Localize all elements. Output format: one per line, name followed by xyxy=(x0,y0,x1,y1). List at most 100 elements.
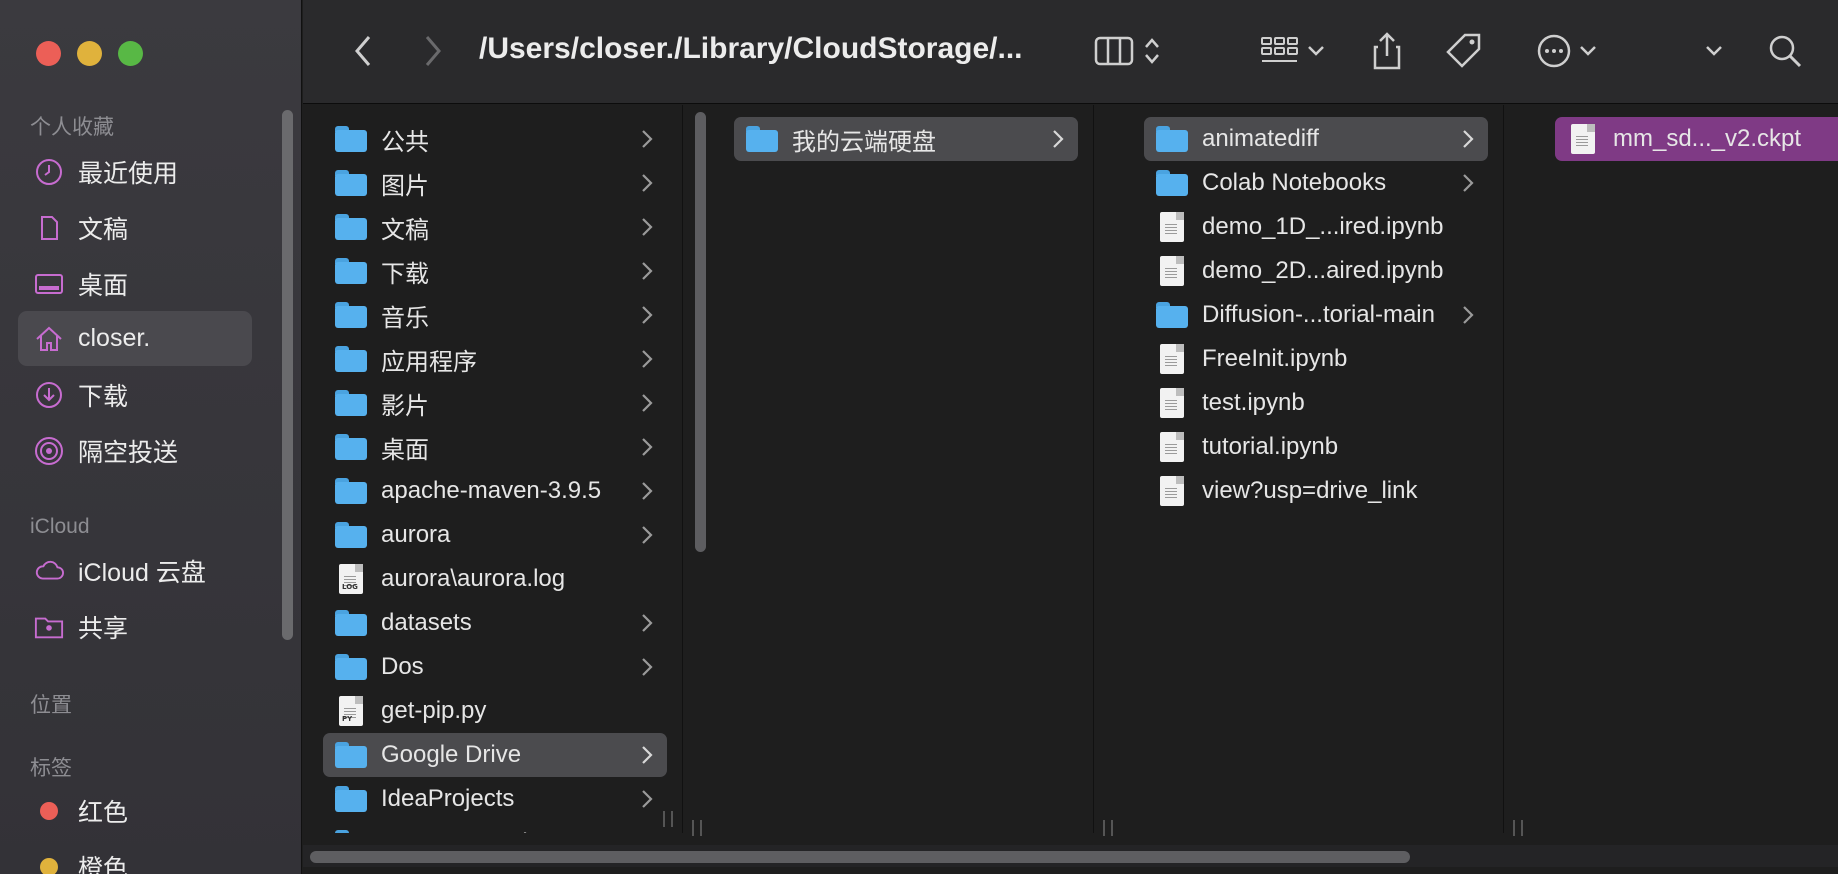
list-item-label: Dos xyxy=(381,653,424,680)
list-item[interactable]: aurora xyxy=(323,513,667,557)
list-item-label: demo_2D...aired.ipynb xyxy=(1202,257,1444,284)
list-item[interactable]: 文稿 xyxy=(323,205,667,249)
list-item[interactable]: 公共 xyxy=(323,117,667,161)
list-item-label: Colab Notebooks xyxy=(1202,169,1387,196)
list-item[interactable]: mm_sd..._v2.ckpt xyxy=(1555,117,1838,161)
list-item[interactable]: 下载 xyxy=(323,249,667,293)
list-item[interactable]: 应用程序 xyxy=(323,337,667,381)
file-icon xyxy=(1156,388,1188,418)
folder-icon xyxy=(1156,168,1188,198)
column-scrollbar[interactable] xyxy=(695,112,706,552)
desktop-icon xyxy=(34,269,64,299)
list-item[interactable]: 我的云端硬盘 xyxy=(734,117,1078,161)
document-icon xyxy=(34,213,64,243)
log-file-icon: LOG xyxy=(335,564,367,594)
view-mode-button[interactable] xyxy=(1083,26,1173,76)
list-item[interactable]: PY get-pip.py xyxy=(323,689,667,733)
sidebar-item-tag-orange[interactable]: 橙色 xyxy=(18,839,252,874)
sidebar-item-tag-red[interactable]: 红色 xyxy=(18,783,252,838)
folder-icon xyxy=(335,212,367,242)
sidebar-item-shared[interactable]: 共享 xyxy=(18,599,252,654)
search-button[interactable] xyxy=(1763,26,1807,76)
sidebar-item-label: 橙色 xyxy=(78,854,129,874)
list-item-label: mm_sd..._v2.ckpt xyxy=(1613,125,1802,152)
list-item[interactable]: Dos xyxy=(323,645,667,689)
python-file-icon: PY xyxy=(335,696,367,726)
list-item[interactable]: view?usp=drive_link xyxy=(1144,469,1488,513)
sidebar-item-airdrop[interactable]: 隔空投送 xyxy=(18,423,252,478)
locations-header: 位置 xyxy=(30,694,72,717)
sidebar-item-icloud-drive[interactable]: iCloud 云盘 xyxy=(18,543,252,598)
file-icon xyxy=(1156,432,1188,462)
list-item[interactable]: Google Drive xyxy=(323,733,667,777)
list-item-label: aurora xyxy=(381,521,451,548)
search-icon xyxy=(1769,35,1802,68)
forward-button[interactable] xyxy=(413,26,453,76)
list-item[interactable]: 图片 xyxy=(323,161,667,205)
column-resize-handle[interactable] xyxy=(663,811,673,827)
list-item[interactable]: animatediff xyxy=(1144,117,1488,161)
chevron-right-icon xyxy=(1053,130,1064,148)
list-item[interactable]: Diffusion-...torial-main xyxy=(1144,293,1488,337)
list-item[interactable]: FreeInit.ipynb xyxy=(1144,337,1488,381)
list-item[interactable]: 影片 xyxy=(323,381,667,425)
sidebar-item-desktop[interactable]: 桌面 xyxy=(18,256,252,311)
folder-icon xyxy=(1156,300,1188,330)
list-item[interactable]: demo_2D...aired.ipynb xyxy=(1144,249,1488,293)
sidebar-scrollbar[interactable] xyxy=(282,110,293,640)
group-button[interactable] xyxy=(1253,26,1333,76)
minimize-window-button[interactable] xyxy=(77,41,102,66)
airdrop-icon xyxy=(34,436,64,466)
list-item[interactable]: IdeaProjects xyxy=(323,777,667,821)
chevron-right-icon xyxy=(642,438,653,456)
column-resize-handle[interactable] xyxy=(1103,820,1113,836)
list-item[interactable]: apache-maven-3.9.5 xyxy=(323,469,667,513)
list-item-label: 公共 xyxy=(381,128,429,156)
sidebar-item-documents[interactable]: 文稿 xyxy=(18,200,252,255)
chevron-right-icon xyxy=(642,614,653,632)
column-my-drive: animatediff Colab Notebooks demo_1D_...ire… xyxy=(1124,105,1504,833)
grid-icon xyxy=(1261,37,1298,62)
back-button[interactable] xyxy=(343,26,383,76)
list-item[interactable]: mavenRepository xyxy=(323,821,667,833)
close-window-button[interactable] xyxy=(36,41,61,66)
folder-icon xyxy=(1156,124,1188,154)
column-resize-handle[interactable] xyxy=(692,820,702,836)
list-item[interactable]: test.ipynb xyxy=(1144,381,1488,425)
home-icon xyxy=(34,324,64,354)
list-item[interactable]: datasets xyxy=(323,601,667,645)
list-item[interactable]: 桌面 xyxy=(323,425,667,469)
sidebar-item-recents[interactable]: 最近使用 xyxy=(18,144,252,199)
chevron-right-icon xyxy=(642,306,653,324)
sidebar-item-home[interactable]: closer. xyxy=(18,311,252,366)
clock-icon xyxy=(34,157,64,187)
list-item[interactable]: Colab Notebooks xyxy=(1144,161,1488,205)
list-item[interactable]: demo_1D_...ired.ipynb xyxy=(1144,205,1488,249)
folder-icon xyxy=(335,520,367,550)
list-item[interactable]: 音乐 xyxy=(323,293,667,337)
list-item[interactable]: tutorial.ipynb xyxy=(1144,425,1488,469)
more-actions-button[interactable] xyxy=(1527,26,1607,76)
column-resize-handle[interactable] xyxy=(1513,820,1523,836)
folder-icon xyxy=(335,652,367,682)
list-item[interactable]: LOG aurora\aurora.log xyxy=(323,557,667,601)
horizontal-scrollbar[interactable] xyxy=(310,851,1410,863)
up-down-chevron-icon xyxy=(1145,38,1159,64)
sidebar-item-label: closer. xyxy=(78,324,151,352)
toolbar-overflow-button[interactable] xyxy=(1699,26,1729,76)
sidebar-item-label: 共享 xyxy=(78,614,129,643)
list-item-label: 应用程序 xyxy=(381,348,477,376)
zoom-window-button[interactable] xyxy=(118,41,143,66)
list-item-label: get-pip.py xyxy=(381,697,487,724)
chevron-right-icon xyxy=(642,482,653,500)
list-item-label: tutorial.ipynb xyxy=(1202,433,1339,460)
list-item-label: IdeaProjects xyxy=(381,785,515,812)
chevron-right-icon xyxy=(642,130,653,148)
share-button[interactable] xyxy=(1365,26,1409,76)
sidebar-item-label: 红色 xyxy=(78,798,129,827)
download-icon xyxy=(34,380,64,410)
tag-button[interactable] xyxy=(1441,26,1487,76)
sidebar-item-downloads[interactable]: 下载 xyxy=(18,367,252,422)
folder-icon xyxy=(335,784,367,814)
list-item-label: 文稿 xyxy=(381,216,429,244)
